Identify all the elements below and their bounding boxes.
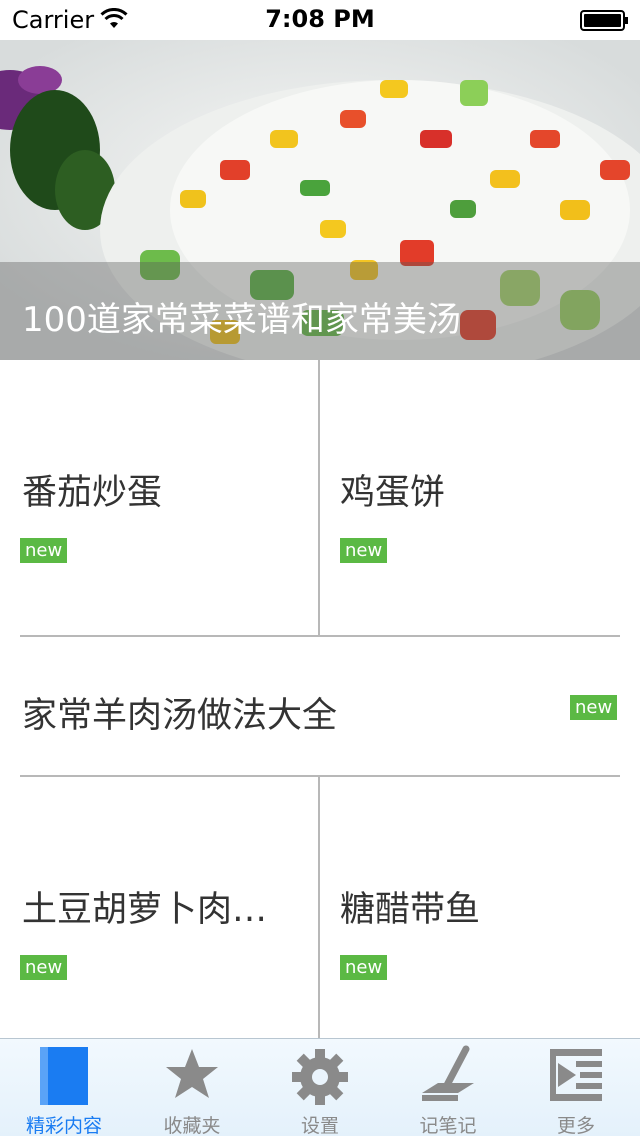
pen-note-icon bbox=[422, 1045, 474, 1101]
new-badge: new bbox=[20, 538, 68, 563]
recipe-cell-mutton-soup[interactable]: 家常羊肉汤做法大全 new bbox=[0, 637, 640, 775]
recipe-title: 糖醋带鱼 bbox=[340, 890, 481, 930]
tab-label: 设置 bbox=[300, 1115, 339, 1136]
tab-bar: 精彩内容 收藏夹 设置 记笔记 更多 bbox=[0, 1038, 640, 1136]
cell-divider-vertical bbox=[318, 777, 320, 1038]
tab-featured[interactable]: 精彩内容 bbox=[0, 1039, 128, 1136]
recipe-title: 番茄炒蛋 bbox=[22, 473, 163, 513]
more-list-icon bbox=[550, 1049, 602, 1101]
tab-settings[interactable]: 设置 bbox=[256, 1039, 384, 1136]
new-badge: new bbox=[20, 955, 68, 980]
app-screen: Carrier 7:08 PM 100道家常菜菜谱和家常美汤 番茄炒蛋 new … bbox=[0, 0, 640, 1136]
cell-divider-vertical bbox=[318, 360, 320, 636]
recipe-cell-sweet-sour-fish[interactable]: 糖醋带鱼 new bbox=[320, 777, 640, 1037]
tab-label: 精彩内容 bbox=[25, 1115, 102, 1136]
tab-label: 记笔记 bbox=[419, 1115, 477, 1136]
tab-label: 收藏夹 bbox=[163, 1115, 221, 1136]
new-badge: new bbox=[340, 955, 388, 980]
hero-banner[interactable]: 100道家常菜菜谱和家常美汤 bbox=[0, 40, 640, 360]
recipe-cell-potato-carrot[interactable]: 土豆胡萝卜肉… new bbox=[0, 777, 318, 1037]
bookmark-icon bbox=[40, 1047, 88, 1105]
status-bar: Carrier 7:08 PM bbox=[0, 0, 640, 40]
recipe-title: 鸡蛋饼 bbox=[340, 473, 446, 513]
hero-title: 100道家常菜菜谱和家常美汤 bbox=[22, 300, 461, 340]
recipe-cell-egg-pancake[interactable]: 鸡蛋饼 new bbox=[320, 360, 640, 636]
recipe-title: 家常羊肉汤做法大全 bbox=[22, 696, 338, 736]
tab-more[interactable]: 更多 bbox=[512, 1039, 640, 1136]
recipe-cell-tomato-egg[interactable]: 番茄炒蛋 new bbox=[0, 360, 318, 636]
new-badge: new bbox=[570, 695, 618, 720]
battery-icon bbox=[580, 10, 628, 31]
tab-label: 更多 bbox=[556, 1115, 595, 1136]
gear-icon bbox=[292, 1049, 348, 1105]
star-icon bbox=[166, 1049, 218, 1098]
tab-favorites[interactable]: 收藏夹 bbox=[128, 1039, 256, 1136]
recipe-title: 土豆胡萝卜肉… bbox=[22, 890, 268, 930]
new-badge: new bbox=[340, 538, 388, 563]
tab-notes[interactable]: 记笔记 bbox=[384, 1039, 512, 1136]
status-time: 7:08 PM bbox=[265, 5, 375, 33]
